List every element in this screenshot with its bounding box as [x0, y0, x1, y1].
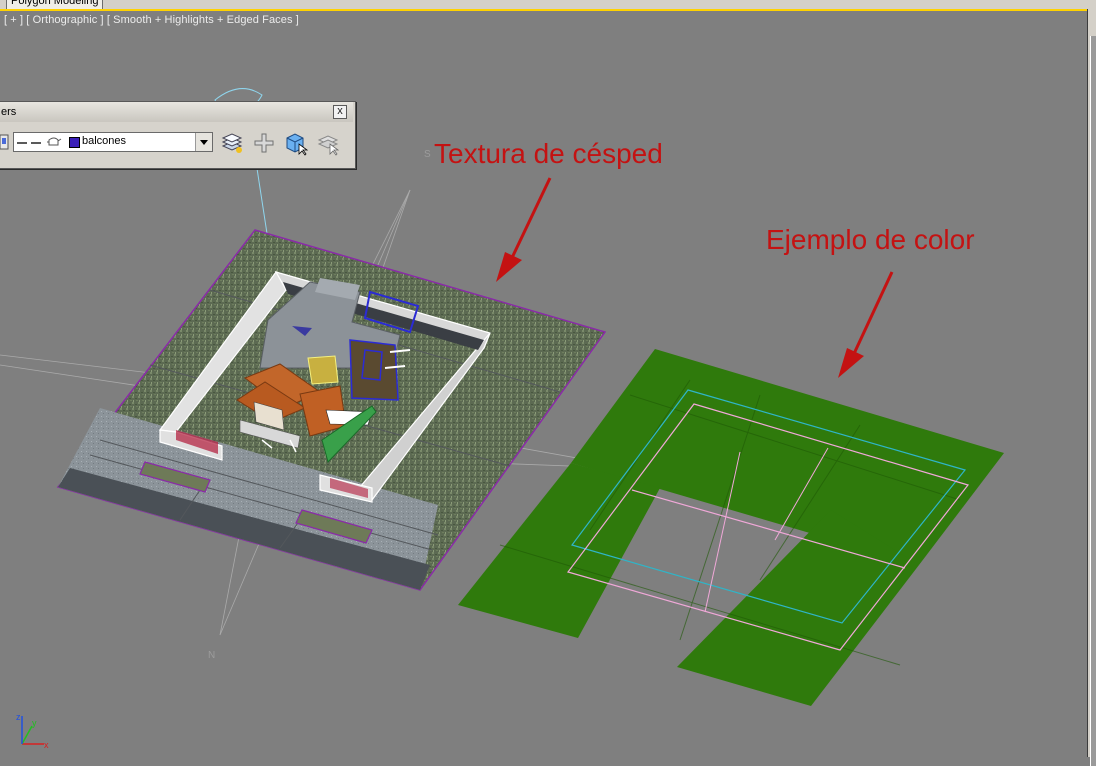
compass-south-label: S: [424, 149, 431, 160]
visibility-toggle-icon[interactable]: [17, 142, 27, 144]
layers-title-bar[interactable]: ers: [0, 102, 353, 122]
teapot-render-icon[interactable]: [46, 136, 62, 148]
chevron-down-icon[interactable]: [195, 133, 212, 151]
freeze-toggle-icon[interactable]: [31, 142, 41, 144]
grass-texture-annotation: Textura de césped: [434, 138, 663, 169]
create-layer-icon[interactable]: [251, 130, 277, 156]
axis-tripod-icon: x y z: [16, 712, 49, 750]
layer-color-swatch[interactable]: [69, 137, 80, 148]
layers-toolbar: balcones: [0, 124, 353, 166]
arrow-to-color-icon: [838, 348, 864, 378]
color-example-annotation: Ejemplo de color: [766, 224, 975, 255]
axis-x-label: x: [44, 740, 49, 750]
add-to-layer-icon[interactable]: [283, 130, 309, 156]
layer-manager-icon[interactable]: [0, 132, 9, 152]
command-panel-edge[interactable]: [1087, 9, 1096, 766]
axis-y-label: y: [32, 718, 37, 728]
axis-z-label: z: [16, 712, 21, 722]
command-panel-scroll[interactable]: [1090, 36, 1096, 766]
layers-stack-icon[interactable]: [219, 130, 245, 156]
compass-north-label: N: [208, 650, 215, 661]
layers-close-button[interactable]: x: [333, 105, 347, 119]
arrow-to-grass-icon: [496, 252, 522, 282]
layers-toolbar-window[interactable]: ers x balcones: [0, 101, 356, 169]
current-layer-name: balcones: [82, 135, 127, 147]
select-in-layer-icon[interactable]: [315, 130, 341, 156]
current-layer-dropdown[interactable]: balcones: [13, 132, 213, 152]
